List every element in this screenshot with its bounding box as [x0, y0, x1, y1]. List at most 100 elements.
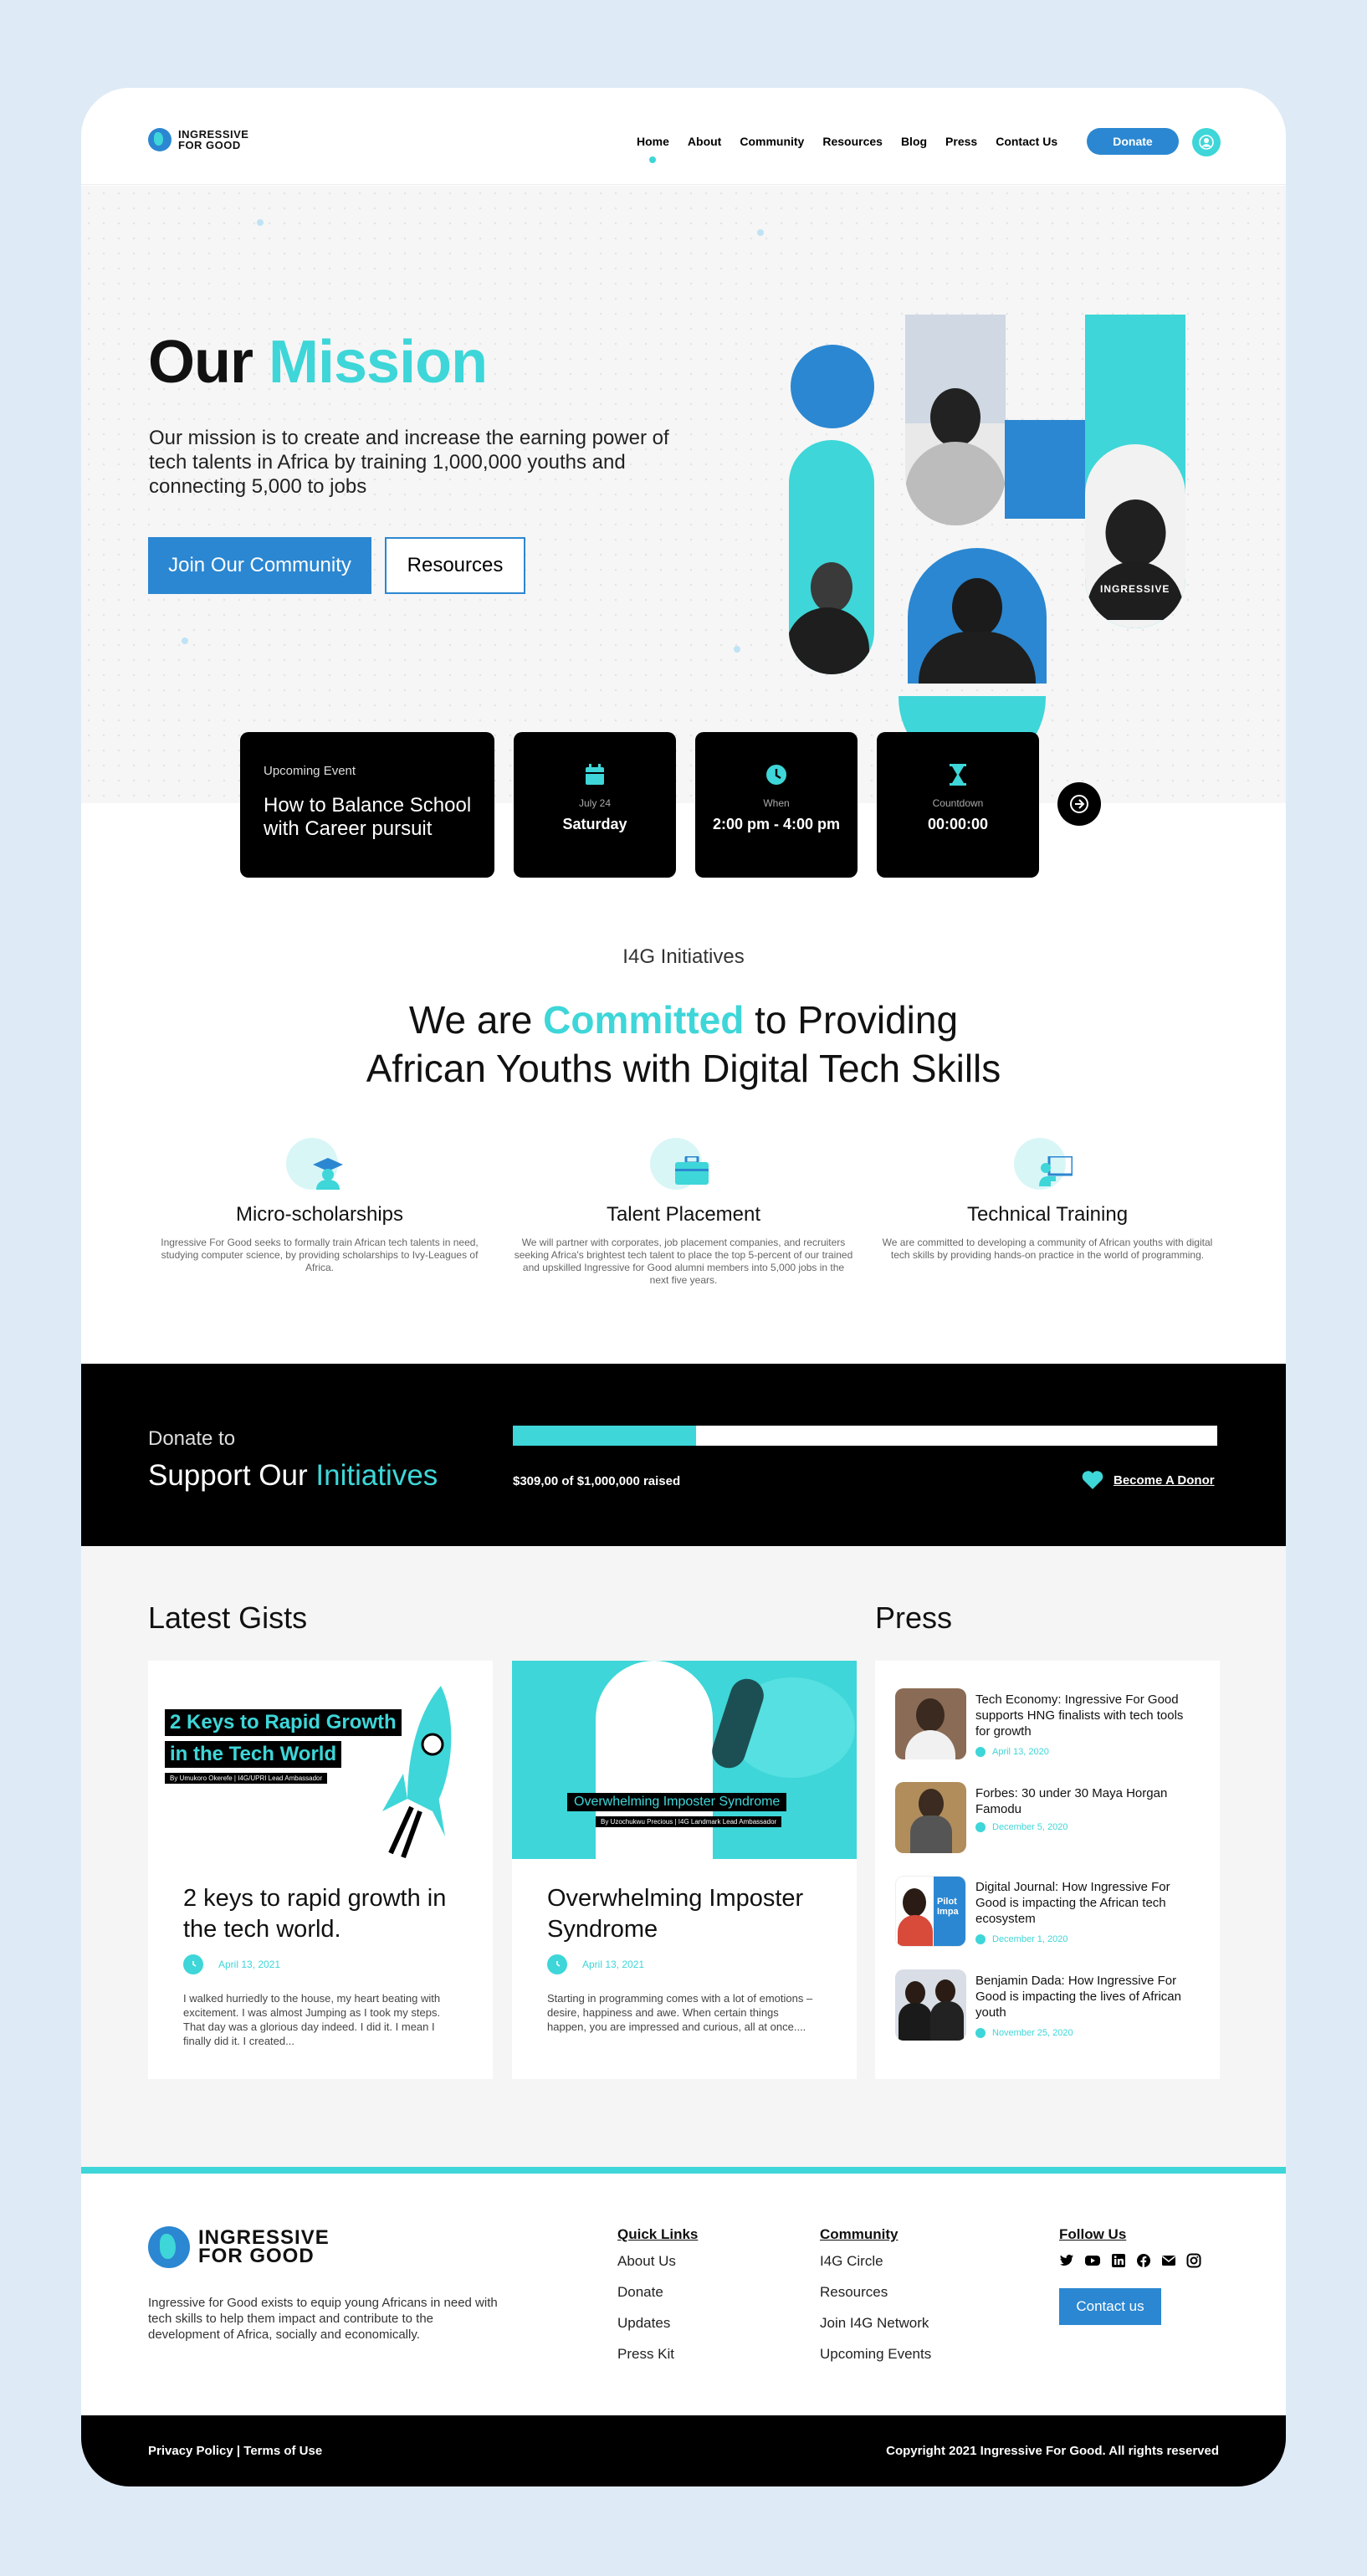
rocket-icon	[374, 1686, 466, 1859]
clock-icon	[765, 764, 787, 787]
nav-home[interactable]: Home	[637, 135, 669, 163]
gist-date: April 13, 2021	[183, 1954, 280, 1974]
gist-card[interactable]: Overwhelming Imposter Syndrome By Uzochu…	[512, 1661, 857, 2079]
photo-man-2	[908, 548, 1047, 684]
donation-progress-fill	[513, 1426, 696, 1446]
footer-quick-links: Quick Links About Us Donate Updates Pres…	[617, 2226, 699, 2363]
nav-resources[interactable]: Resources	[822, 135, 883, 148]
upcoming-event-card[interactable]: Upcoming Event How to Balance School wit…	[240, 732, 494, 878]
initiative-talent-placement: Talent Placement We will partner with co…	[512, 1138, 855, 1287]
donate-button[interactable]: Donate	[1087, 128, 1179, 155]
logo-line-2: FOR GOOD	[178, 139, 241, 151]
nav-community[interactable]: Community	[740, 135, 804, 148]
press-item[interactable]: Tech Economy: Ingressive For Good suppor…	[895, 1688, 1205, 1764]
event-tag: Upcoming Event	[264, 764, 356, 778]
press-item[interactable]: Benjamin Dada: How Ingressive For Good i…	[895, 1969, 1205, 2045]
hero-title: Our Mission	[148, 329, 488, 396]
footer-link-donate[interactable]: Donate	[617, 2284, 698, 2301]
press-item[interactable]: Pilot Impa Digital Journal: How Ingressi…	[895, 1876, 1205, 1951]
footer-link-resources[interactable]: Resources	[820, 2284, 931, 2301]
event-countdown-card: Countdown 00:00:00	[877, 732, 1039, 878]
globe-logo-icon	[148, 2226, 190, 2268]
nav-contact[interactable]: Contact Us	[996, 135, 1057, 148]
press-thumbnail	[895, 1688, 966, 1759]
hero-section: Our Mission Our mission is to create and…	[81, 186, 1286, 803]
next-event-button[interactable]	[1057, 782, 1101, 826]
event-date-label: July 24	[578, 797, 612, 809]
calendar-icon	[585, 764, 605, 787]
become-donor-link[interactable]: Become A Donor	[1082, 1471, 1215, 1489]
gist-title[interactable]: Overwhelming Imposter Syndrome	[547, 1883, 832, 1945]
photo-woman-hijab	[789, 440, 874, 674]
footer-description: Ingressive for Good exists to equip youn…	[148, 2296, 498, 2342]
globe-logo-icon	[148, 128, 172, 151]
legal-links[interactable]: Privacy Policy | Terms of Use	[148, 2444, 322, 2458]
hourglass-icon	[950, 764, 966, 787]
initiative-text: Ingressive For Good seeks to formally tr…	[161, 1237, 479, 1273]
instagram-icon[interactable]	[1186, 2253, 1201, 2268]
linkedin-icon[interactable]	[1111, 2253, 1126, 2268]
event-title: How to Balance School with Career pursui…	[264, 794, 472, 840]
donate-line-2: Support Our Initiatives	[148, 1459, 438, 1492]
initiatives-tag: I4G Initiatives	[622, 945, 745, 968]
join-community-button[interactable]: Join Our Community	[148, 537, 371, 594]
graduate-icon	[311, 1156, 345, 1194]
donate-line-1: Donate to	[148, 1427, 236, 1450]
main-menu: Home About Community Resources Blog Pres…	[637, 135, 1076, 163]
footer-community-links: Community I4G Circle Resources Join I4G …	[820, 2226, 932, 2363]
event-countdown-label: Countdown	[932, 797, 984, 809]
footer-link-updates[interactable]: Updates	[617, 2315, 698, 2332]
logo[interactable]: INGRESSIVE FOR GOOD	[148, 128, 248, 151]
initiative-text: We are committed to developing a communi…	[882, 1237, 1213, 1261]
initiatives-heading: We are Committed to Providing African Yo…	[366, 998, 1001, 1090]
footer-link-about[interactable]: About Us	[617, 2253, 698, 2270]
user-icon[interactable]	[1192, 128, 1221, 156]
shirt-badge-text: INGRESSIVE	[1100, 583, 1170, 595]
footer-link-press-kit[interactable]: Press Kit	[617, 2346, 698, 2363]
heart-icon	[1082, 1471, 1103, 1489]
contact-us-button[interactable]: Contact us	[1059, 2288, 1161, 2325]
footer-link-circle[interactable]: I4G Circle	[820, 2253, 931, 2270]
event-time-card: When 2:00 pm - 4:00 pm	[695, 732, 858, 878]
press-thumbnail	[895, 1969, 966, 2041]
nav-press[interactable]: Press	[945, 135, 977, 148]
footer-divider	[81, 2167, 1286, 2174]
gist-card[interactable]: 2 Keys to Rapid Growth in the Tech World…	[148, 1661, 493, 2079]
press-heading: Press	[875, 1600, 953, 1635]
nav-about[interactable]: About	[688, 135, 721, 148]
initiative-technical-training: Technical Training We are committed to d…	[876, 1138, 1219, 1262]
teacher-icon	[1039, 1155, 1074, 1191]
gist-title[interactable]: 2 keys to rapid growth in the tech world…	[183, 1883, 468, 1945]
top-nav: INGRESSIVE FOR GOOD Home About Community…	[81, 88, 1286, 185]
twitter-icon[interactable]	[1059, 2253, 1074, 2268]
footer-bottom-bar: Privacy Policy | Terms of Use Copyright …	[81, 2415, 1286, 2486]
press-thumbnail	[895, 1782, 966, 1853]
gists-heading: Latest Gists	[148, 1600, 308, 1635]
resources-button[interactable]: Resources	[385, 537, 525, 594]
initiative-text: We will partner with corporates, job pla…	[514, 1237, 853, 1286]
press-list: Tech Economy: Ingressive For Good suppor…	[875, 1661, 1220, 2079]
footer-logo[interactable]: INGRESSIVE FOR GOOD	[148, 2226, 330, 2268]
gist-image: Overwhelming Imposter Syndrome By Uzochu…	[512, 1661, 857, 1859]
briefcase-icon	[675, 1155, 709, 1189]
mail-icon[interactable]	[1161, 2253, 1176, 2268]
raised-amount: $309,00 of $1,000,000 raised	[513, 1474, 681, 1488]
footer-link-network[interactable]: Join I4G Network	[820, 2315, 931, 2332]
clock-icon	[183, 1954, 203, 1974]
gist-date: April 13, 2021	[547, 1954, 644, 1974]
donation-progress-bar	[513, 1426, 1217, 1446]
event-time-label: When	[763, 797, 790, 809]
arrow-right-icon	[1070, 795, 1088, 813]
donate-band: Donate to Support Our Initiatives $309,0…	[81, 1364, 1286, 1546]
initiative-title: Technical Training	[966, 1203, 1129, 1226]
youtube-icon[interactable]	[1084, 2253, 1101, 2268]
nav-blog[interactable]: Blog	[901, 135, 927, 148]
event-countdown-value: 00:00:00	[927, 816, 989, 832]
press-item[interactable]: Forbes: 30 under 30 Maya Horgan Famodu D…	[895, 1782, 1205, 1857]
footer-link-events[interactable]: Upcoming Events	[820, 2346, 931, 2363]
facebook-icon[interactable]	[1136, 2253, 1151, 2268]
gist-excerpt: Starting in programming comes with a lot…	[547, 1992, 813, 2033]
event-date-card: July 24 Saturday	[514, 732, 676, 878]
hero-description: Our mission is to create and increase th…	[149, 427, 669, 498]
event-time-value: 2:00 pm - 4:00 pm	[712, 816, 841, 832]
